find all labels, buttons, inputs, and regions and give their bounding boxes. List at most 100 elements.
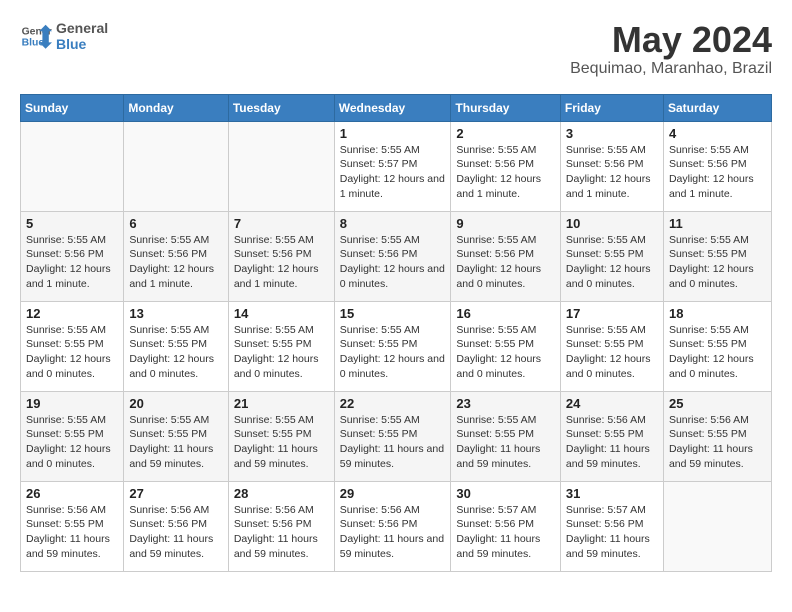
day-info: Sunrise: 5:55 AM Sunset: 5:55 PM Dayligh… — [669, 323, 766, 382]
day-number: 24 — [566, 396, 658, 411]
day-info: Sunrise: 5:55 AM Sunset: 5:56 PM Dayligh… — [669, 143, 766, 202]
day-info: Sunrise: 5:55 AM Sunset: 5:55 PM Dayligh… — [234, 323, 329, 382]
logo: General Blue General Blue — [20, 20, 108, 52]
calendar-cell — [21, 121, 124, 211]
day-number: 15 — [340, 306, 446, 321]
calendar-cell: 22 Sunrise: 5:55 AM Sunset: 5:55 PM Dayli… — [334, 391, 451, 481]
calendar-cell: 27 Sunrise: 5:56 AM Sunset: 5:56 PM Dayli… — [124, 481, 229, 571]
day-number: 25 — [669, 396, 766, 411]
weekday-header-saturday: Saturday — [663, 94, 771, 121]
day-number: 7 — [234, 216, 329, 231]
calendar-cell: 5 Sunrise: 5:55 AM Sunset: 5:56 PM Daylig… — [21, 211, 124, 301]
logo-icon: General Blue — [20, 20, 52, 52]
weekday-header-row: SundayMondayTuesdayWednesdayThursdayFrid… — [21, 94, 772, 121]
logo-blue: Blue — [56, 36, 108, 52]
day-info: Sunrise: 5:55 AM Sunset: 5:56 PM Dayligh… — [456, 143, 554, 202]
day-number: 31 — [566, 486, 658, 501]
weekday-header-friday: Friday — [560, 94, 663, 121]
day-info: Sunrise: 5:56 AM Sunset: 5:56 PM Dayligh… — [129, 503, 223, 562]
calendar-cell — [124, 121, 229, 211]
day-info: Sunrise: 5:55 AM Sunset: 5:55 PM Dayligh… — [669, 233, 766, 292]
day-info: Sunrise: 5:56 AM Sunset: 5:55 PM Dayligh… — [26, 503, 118, 562]
day-number: 18 — [669, 306, 766, 321]
calendar-cell: 16 Sunrise: 5:55 AM Sunset: 5:55 PM Dayli… — [451, 301, 560, 391]
calendar-cell: 20 Sunrise: 5:55 AM Sunset: 5:55 PM Dayli… — [124, 391, 229, 481]
day-number: 28 — [234, 486, 329, 501]
day-info: Sunrise: 5:55 AM Sunset: 5:55 PM Dayligh… — [566, 233, 658, 292]
weekday-header-tuesday: Tuesday — [228, 94, 334, 121]
weekday-header-wednesday: Wednesday — [334, 94, 451, 121]
day-number: 4 — [669, 126, 766, 141]
calendar-cell: 14Sunrise: 5:55 AM Sunset: 5:55 PM Dayli… — [228, 301, 334, 391]
day-info: Sunrise: 5:56 AM Sunset: 5:55 PM Dayligh… — [566, 413, 658, 472]
day-number: 26 — [26, 486, 118, 501]
weekday-header-sunday: Sunday — [21, 94, 124, 121]
day-number: 11 — [669, 216, 766, 231]
day-info: Sunrise: 5:55 AM Sunset: 5:56 PM Dayligh… — [26, 233, 118, 292]
day-info: Sunrise: 5:55 AM Sunset: 5:56 PM Dayligh… — [234, 233, 329, 292]
day-info: Sunrise: 5:55 AM Sunset: 5:56 PM Dayligh… — [566, 143, 658, 202]
calendar-cell: 3 Sunrise: 5:55 AM Sunset: 5:56 PM Daylig… — [560, 121, 663, 211]
day-info: Sunrise: 5:56 AM Sunset: 5:56 PM Dayligh… — [234, 503, 329, 562]
calendar-cell: 6Sunrise: 5:55 AM Sunset: 5:56 PM Daylig… — [124, 211, 229, 301]
calendar-cell: 9Sunrise: 5:55 AM Sunset: 5:56 PM Daylig… — [451, 211, 560, 301]
calendar-cell: 12 Sunrise: 5:55 AM Sunset: 5:55 PM Dayli… — [21, 301, 124, 391]
calendar-cell: 11 Sunrise: 5:55 AM Sunset: 5:55 PM Dayli… — [663, 211, 771, 301]
day-info: Sunrise: 5:55 AM Sunset: 5:57 PM Dayligh… — [340, 143, 446, 202]
day-number: 13 — [129, 306, 223, 321]
day-info: Sunrise: 5:55 AM Sunset: 5:55 PM Dayligh… — [26, 413, 118, 472]
month-year: May 2024 — [570, 20, 772, 60]
day-info: Sunrise: 5:55 AM Sunset: 5:55 PM Dayligh… — [234, 413, 329, 472]
calendar-cell — [228, 121, 334, 211]
calendar-cell: 2 Sunrise: 5:55 AM Sunset: 5:56 PM Daylig… — [451, 121, 560, 211]
day-number: 3 — [566, 126, 658, 141]
day-number: 21 — [234, 396, 329, 411]
day-info: Sunrise: 5:55 AM Sunset: 5:55 PM Dayligh… — [129, 413, 223, 472]
location: Bequimao, Maranhao, Brazil — [570, 60, 772, 78]
day-number: 5 — [26, 216, 118, 231]
calendar-cell: 23Sunrise: 5:55 AM Sunset: 5:55 PM Dayli… — [451, 391, 560, 481]
day-number: 1 — [340, 126, 446, 141]
day-number: 16 — [456, 306, 554, 321]
calendar-cell: 30Sunrise: 5:57 AM Sunset: 5:56 PM Dayli… — [451, 481, 560, 571]
calendar-cell: 24 Sunrise: 5:56 AM Sunset: 5:55 PM Dayli… — [560, 391, 663, 481]
logo-general: General — [56, 20, 108, 36]
day-info: Sunrise: 5:55 AM Sunset: 5:56 PM Dayligh… — [340, 233, 446, 292]
title-block: May 2024 Bequimao, Maranhao, Brazil — [570, 20, 772, 78]
day-info: Sunrise: 5:55 AM Sunset: 5:55 PM Dayligh… — [26, 323, 118, 382]
calendar-cell: 18 Sunrise: 5:55 AM Sunset: 5:55 PM Dayli… — [663, 301, 771, 391]
weekday-header-thursday: Thursday — [451, 94, 560, 121]
day-info: Sunrise: 5:55 AM Sunset: 5:55 PM Dayligh… — [566, 323, 658, 382]
calendar-cell: 13Sunrise: 5:55 AM Sunset: 5:55 PM Dayli… — [124, 301, 229, 391]
calendar-cell: 19 Sunrise: 5:55 AM Sunset: 5:55 PM Dayli… — [21, 391, 124, 481]
day-number: 27 — [129, 486, 223, 501]
calendar-cell: 29Sunrise: 5:56 AM Sunset: 5:56 PM Dayli… — [334, 481, 451, 571]
calendar-cell: 15 Sunrise: 5:55 AM Sunset: 5:55 PM Dayli… — [334, 301, 451, 391]
day-info: Sunrise: 5:56 AM Sunset: 5:55 PM Dayligh… — [669, 413, 766, 472]
day-info: Sunrise: 5:55 AM Sunset: 5:55 PM Dayligh… — [340, 413, 446, 472]
day-info: Sunrise: 5:57 AM Sunset: 5:56 PM Dayligh… — [566, 503, 658, 562]
calendar-cell: 8 Sunrise: 5:55 AM Sunset: 5:56 PM Daylig… — [334, 211, 451, 301]
day-number: 20 — [129, 396, 223, 411]
day-number: 9 — [456, 216, 554, 231]
day-number: 17 — [566, 306, 658, 321]
day-info: Sunrise: 5:55 AM Sunset: 5:55 PM Dayligh… — [456, 323, 554, 382]
calendar-cell: 10Sunrise: 5:55 AM Sunset: 5:55 PM Dayli… — [560, 211, 663, 301]
calendar-cell: 25 Sunrise: 5:56 AM Sunset: 5:55 PM Dayli… — [663, 391, 771, 481]
calendar-cell: 21 Sunrise: 5:55 AM Sunset: 5:55 PM Dayli… — [228, 391, 334, 481]
calendar-table: SundayMondayTuesdayWednesdayThursdayFrid… — [20, 94, 772, 572]
day-number: 19 — [26, 396, 118, 411]
calendar-week-row: 12 Sunrise: 5:55 AM Sunset: 5:55 PM Dayli… — [21, 301, 772, 391]
calendar-week-row: 19 Sunrise: 5:55 AM Sunset: 5:55 PM Dayli… — [21, 391, 772, 481]
page-header: General Blue General Blue May 2024 Bequi… — [20, 20, 772, 78]
day-info: Sunrise: 5:55 AM Sunset: 5:55 PM Dayligh… — [340, 323, 446, 382]
calendar-cell: 1 Sunrise: 5:55 AM Sunset: 5:57 PM Daylig… — [334, 121, 451, 211]
day-info: Sunrise: 5:55 AM Sunset: 5:56 PM Dayligh… — [129, 233, 223, 292]
day-info: Sunrise: 5:56 AM Sunset: 5:56 PM Dayligh… — [340, 503, 446, 562]
calendar-cell: 26 Sunrise: 5:56 AM Sunset: 5:55 PM Dayli… — [21, 481, 124, 571]
day-number: 12 — [26, 306, 118, 321]
day-number: 22 — [340, 396, 446, 411]
day-number: 2 — [456, 126, 554, 141]
calendar-cell: 28 Sunrise: 5:56 AM Sunset: 5:56 PM Dayli… — [228, 481, 334, 571]
day-number: 8 — [340, 216, 446, 231]
